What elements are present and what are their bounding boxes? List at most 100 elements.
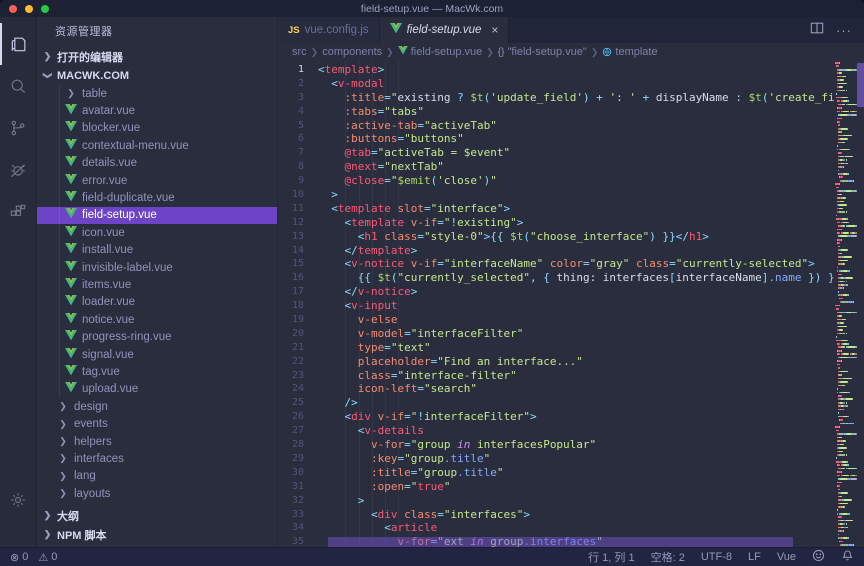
status-item-2[interactable]: 空格: 2 xyxy=(651,549,685,565)
zoom-window-button[interactable] xyxy=(41,5,49,13)
code-line-20[interactable]: 20 v-model="interfaceFilter" xyxy=(278,327,835,341)
tree-item-layouts[interactable]: ❯layouts xyxy=(37,485,277,502)
code-line-14[interactable]: 14 </template> xyxy=(278,244,835,258)
breadcrumb-item-2[interactable]: components xyxy=(322,46,382,58)
tree-item-label: icon.vue xyxy=(82,227,125,239)
code-line-7[interactable]: 7 @tab="activeTab = $event" xyxy=(278,146,835,160)
status-item-3[interactable]: UTF-8 xyxy=(701,551,732,563)
activity-bar xyxy=(0,17,37,547)
code-line-24[interactable]: 24 icon-left="search" xyxy=(278,382,835,396)
source-control-icon[interactable] xyxy=(0,107,36,149)
tree-item-notice.vue[interactable]: notice.vue xyxy=(37,311,277,328)
close-window-button[interactable] xyxy=(9,5,17,13)
tree-item-interfaces[interactable]: ❯interfaces xyxy=(37,450,277,467)
code-line-16[interactable]: 16 {{ $t("currently_selected", { thing: … xyxy=(278,271,835,285)
feedback-smiley-icon[interactable] xyxy=(812,549,825,565)
tree-item-contextual-menu.vue[interactable]: contextual-menu.vue xyxy=(37,137,277,154)
explorer-icon[interactable] xyxy=(0,23,36,65)
tree-item-pages[interactable]: ❯pages xyxy=(37,502,277,506)
tab-vue.config.js[interactable]: JSvue.config.js xyxy=(278,17,380,43)
code-line-26[interactable]: 26 <div v-if="!interfaceFilter"> xyxy=(278,410,835,424)
code-line-21[interactable]: 21 type="text" xyxy=(278,341,835,355)
tree-item-tag.vue[interactable]: tag.vue xyxy=(37,363,277,380)
vue-file-icon xyxy=(65,313,77,327)
tree-item-events[interactable]: ❯events xyxy=(37,415,277,432)
code-line-27[interactable]: 27 <v-details xyxy=(278,424,835,438)
notifications-bell-icon[interactable] xyxy=(841,549,854,565)
more-actions-icon[interactable]: ··· xyxy=(836,23,852,38)
close-icon[interactable]: × xyxy=(491,23,498,37)
code-line-33[interactable]: 33 <div class="interfaces"> xyxy=(278,508,835,522)
chevron-right-icon: ❯ xyxy=(57,401,69,412)
code-editor[interactable]: 1<template>2 <v-modal3 :title="existing … xyxy=(278,61,864,547)
breadcrumb-item-4[interactable]: {}"field-setup.vue" xyxy=(498,46,587,58)
settings-gear-icon[interactable] xyxy=(0,479,36,521)
open-editors-section[interactable]: ❯ 打开的编辑器 xyxy=(37,47,277,66)
code-line-30[interactable]: 30 :title="group.title" xyxy=(278,466,835,480)
status-item-5[interactable]: Vue xyxy=(777,551,796,563)
code-line-23[interactable]: 23 class="interface-filter" xyxy=(278,369,835,383)
status-item-1[interactable]: 行 1, 列 1 xyxy=(588,549,634,565)
breadcrumb-item-1[interactable]: src xyxy=(292,46,307,58)
tree-item-label: design xyxy=(74,401,108,413)
outline-section[interactable]: ❯ 大纲 xyxy=(37,506,277,525)
minimize-window-button[interactable] xyxy=(25,5,33,13)
tree-item-avatar.vue[interactable]: avatar.vue xyxy=(37,102,277,119)
code-line-6[interactable]: 6 :buttons="buttons" xyxy=(278,132,835,146)
code-line-32[interactable]: 32 > xyxy=(278,494,835,508)
code-line-1[interactable]: 1<template> xyxy=(278,63,835,77)
code-line-28[interactable]: 28 v-for="group in interfacesPopular" xyxy=(278,438,835,452)
code-line-22[interactable]: 22 placeholder="Find an interface..." xyxy=(278,355,835,369)
code-line-11[interactable]: 11 <template slot="interface"> xyxy=(278,202,835,216)
code-line-12[interactable]: 12 <template v-if="!existing"> xyxy=(278,216,835,230)
extensions-icon[interactable] xyxy=(0,191,36,233)
code-line-25[interactable]: 25 /> xyxy=(278,396,835,410)
code-line-17[interactable]: 17 </v-notice> xyxy=(278,285,835,299)
code-line-29[interactable]: 29 :key="group.title" xyxy=(278,452,835,466)
tree-item-icon.vue[interactable]: icon.vue xyxy=(37,224,277,241)
tree-item-invisible-label.vue[interactable]: invisible-label.vue xyxy=(37,259,277,276)
code-line-4[interactable]: 4 :tabs="tabs" xyxy=(278,105,835,119)
problems-errors[interactable]: ⊗ 0 xyxy=(10,551,28,564)
tree-item-helpers[interactable]: ❯helpers xyxy=(37,433,277,450)
code-line-13[interactable]: 13 <h1 class="style-0">{{ $t("choose_int… xyxy=(278,230,835,244)
code-line-19[interactable]: 19 v-else xyxy=(278,313,835,327)
code-line-9[interactable]: 9 @close="$emit('close')" xyxy=(278,174,835,188)
code-line-31[interactable]: 31 :open="true" xyxy=(278,480,835,494)
npm-scripts-section[interactable]: ❯ NPM 脚本 xyxy=(37,525,277,544)
code-line-2[interactable]: 2 <v-modal xyxy=(278,77,835,91)
status-item-4[interactable]: LF xyxy=(748,551,761,563)
tree-item-loader.vue[interactable]: loader.vue xyxy=(37,294,277,311)
code-line-8[interactable]: 8 @next="nextTab" xyxy=(278,160,835,174)
code-line-5[interactable]: 5 :active-tab="activeTab" xyxy=(278,119,835,133)
tab-field-setup.vue[interactable]: field-setup.vue× xyxy=(380,17,510,43)
code-line-3[interactable]: 3 :title="existing ? $t('update_field') … xyxy=(278,91,835,105)
minimap[interactable] xyxy=(835,61,857,547)
tree-item-table[interactable]: ❯table xyxy=(37,85,277,102)
split-editor-icon[interactable] xyxy=(810,21,824,40)
tree-item-items.vue[interactable]: items.vue xyxy=(37,276,277,293)
tree-item-blocker.vue[interactable]: blocker.vue xyxy=(37,120,277,137)
vertical-scrollbar[interactable] xyxy=(857,63,864,107)
tree-item-progress-ring.vue[interactable]: progress-ring.vue xyxy=(37,328,277,345)
tree-item-signal.vue[interactable]: signal.vue xyxy=(37,346,277,363)
problems-warnings[interactable]: ⚠ 0 xyxy=(38,551,57,564)
tree-item-field-setup.vue[interactable]: field-setup.vue xyxy=(37,207,277,224)
workspace-section[interactable]: ❯ MACWK.COM xyxy=(37,66,277,85)
tree-item-details.vue[interactable]: details.vue xyxy=(37,155,277,172)
code-line-10[interactable]: 10 > xyxy=(278,188,835,202)
tree-item-install.vue[interactable]: install.vue xyxy=(37,242,277,259)
breadcrumb-item-5[interactable]: template xyxy=(602,46,657,58)
tree-item-field-duplicate.vue[interactable]: field-duplicate.vue xyxy=(37,189,277,206)
debug-icon[interactable] xyxy=(0,149,36,191)
code-line-18[interactable]: 18 <v-input xyxy=(278,299,835,313)
tree-item-error.vue[interactable]: error.vue xyxy=(37,172,277,189)
tree-item-upload.vue[interactable]: upload.vue xyxy=(37,381,277,398)
code-line-15[interactable]: 15 <v-notice v-if="interfaceName" color=… xyxy=(278,257,835,271)
code-line-34[interactable]: 34 <article xyxy=(278,521,835,535)
search-icon[interactable] xyxy=(0,65,36,107)
tree-item-design[interactable]: ❯ design xyxy=(37,398,277,415)
tree-item-lang[interactable]: ❯lang xyxy=(37,468,277,485)
breadcrumb-item-3[interactable]: field-setup.vue xyxy=(398,46,483,58)
horizontal-scrollbar[interactable] xyxy=(328,537,793,547)
